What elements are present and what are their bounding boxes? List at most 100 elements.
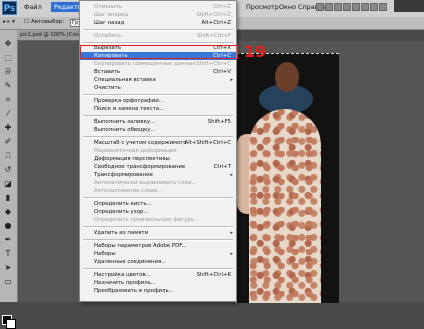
menu-item-spell-check[interactable]: Проверка орфографии... <box>80 97 236 105</box>
mini-bridge-icon[interactable] <box>325 3 333 11</box>
move-tool-icon[interactable]: ✥ <box>2 38 14 49</box>
menu-item-fade[interactable]: Ослабить... Shift+Ctrl+F <box>80 32 236 40</box>
menu-item-purge[interactable]: Удалить из памяти ▸ <box>80 229 236 237</box>
menu-separator <box>83 115 233 117</box>
dodge-tool-icon[interactable]: ● <box>2 220 14 231</box>
arrange-documents-icon[interactable] <box>370 3 378 11</box>
menu-item-define-custom-shape[interactable]: Определить произвольную фигуру... <box>80 216 236 224</box>
blur-tool-icon[interactable]: ◆ <box>2 206 14 217</box>
menu-item-shortcut: Shift+F5 <box>207 119 231 125</box>
menu-item-label: Ослабить... <box>94 33 127 39</box>
healing-brush-tool-icon[interactable]: ✚ <box>2 122 14 133</box>
menu-item-undo[interactable]: Отменить Ctrl+Z <box>80 3 236 11</box>
submenu-arrow-icon: ▸ <box>230 77 233 83</box>
menu-item-stroke[interactable]: Выполнить обводку... <box>80 126 236 134</box>
menu-item-paste[interactable]: Вставить Ctrl+V <box>80 68 236 76</box>
menu-item-content-aware-scale[interactable]: Масштаб с учетом содержимого Alt+Shift+Ct… <box>80 139 236 147</box>
menu-item-copy[interactable]: Копировать Ctrl+C <box>80 52 236 60</box>
marquee-tool-icon[interactable]: ⬚ <box>2 52 14 63</box>
hand-icon[interactable] <box>352 3 360 11</box>
menu-item-label: Автоналожение слоев... <box>94 188 163 194</box>
menu-item-perspective-warp[interactable]: Деформация перспективы <box>80 155 236 163</box>
menu-item-find-replace[interactable]: Поиск и замена текста... <box>80 105 236 113</box>
type-tool-icon[interactable]: T <box>2 248 14 259</box>
rotate-view-icon[interactable] <box>361 3 369 11</box>
menu-item-label: Удалить из памяти <box>94 230 149 236</box>
step-number-annotation: 19 <box>244 42 267 61</box>
eraser-tool-icon[interactable]: ◪ <box>2 178 14 189</box>
menu-item-define-brush[interactable]: Определить кисть... <box>80 200 236 208</box>
menu-item-shortcut: Shift+Ctrl+C <box>196 61 231 67</box>
menu-item-label: Выполнить обводку... <box>94 127 156 133</box>
menu-item-shortcut: Shift+Ctrl+F <box>197 33 231 39</box>
menu-item-label: Деформация перспективы <box>94 156 170 162</box>
menu-item-step-backward[interactable]: Шаг назад Alt+Ctrl+Z <box>80 19 236 27</box>
gradient-tool-icon[interactable]: ▮ <box>2 192 14 203</box>
menu-item-auto-align-layers[interactable]: Автоматически выравнивать слои... <box>80 179 236 187</box>
menu-item-fill[interactable]: Выполнить заливку... Shift+F5 <box>80 118 236 126</box>
menu-item-clear[interactable]: Очистить <box>80 84 236 92</box>
menu-item-cut[interactable]: Вырезать Ctrl+X <box>80 44 236 52</box>
clone-stamp-tool-icon[interactable]: ⎍ <box>2 150 14 161</box>
background-color-swatch[interactable] <box>6 319 16 329</box>
menu-item-label: Трансформирование <box>94 172 153 178</box>
menu-item-label: Назначить профиль... <box>94 280 156 286</box>
menu-item-remote-connections[interactable]: Удаленные соединения... <box>80 258 236 266</box>
menu-item-label: Наборы параметров Adobe PDF... <box>94 243 187 249</box>
menu-item-label: Выполнить заливку... <box>94 119 156 125</box>
auto-select-label: Автовыбор: <box>31 19 65 25</box>
menu-item-step-forward[interactable]: Шаг вперед Shift+Ctrl+Z <box>80 11 236 19</box>
menu-item-puppet-warp[interactable]: Марионеточная деформация <box>80 147 236 155</box>
menu-item-define-pattern[interactable]: Определить узор... <box>80 208 236 216</box>
workspace-switcher[interactable] <box>394 0 424 12</box>
menu-file[interactable]: Файл <box>24 3 42 11</box>
pen-tool-icon[interactable]: ✒ <box>2 234 14 245</box>
menu-item-label: Скопировать совмещенные данные <box>94 61 196 67</box>
menu-item-label: Автоматически выравнивать слои... <box>94 180 197 186</box>
image-dress <box>249 109 321 303</box>
menu-item-label: Определить кисть... <box>94 201 152 207</box>
menu-view[interactable]: Просмотр <box>246 3 279 11</box>
menu-item-label: Шаг вперед <box>94 12 129 18</box>
guides-icon[interactable] <box>334 3 342 11</box>
menu-item-label: Свободное трансформирование <box>94 164 186 170</box>
submenu-arrow-icon: ▸ <box>230 172 233 178</box>
path-selection-tool-icon[interactable]: ➤ <box>2 262 14 273</box>
menu-item-shortcut: Ctrl+C <box>213 53 231 59</box>
menu-item-label: Вставить <box>94 69 121 75</box>
zoom-level-icon[interactable] <box>343 3 351 11</box>
menu-item-auto-blend-layers[interactable]: Автоналожение слоев... <box>80 187 236 195</box>
quick-selection-tool-icon[interactable]: ✎ <box>2 80 14 91</box>
menu-item-label: Масштаб с учетом содержимого <box>94 140 187 146</box>
menu-item-color-settings[interactable]: Настройка цветов... Shift+Ctrl+K <box>80 271 236 279</box>
menu-item-free-transform[interactable]: Свободное трансформирование Ctrl+T <box>80 163 236 171</box>
menu-item-convert-to-profile[interactable]: Преобразовать в профиль... <box>80 287 236 295</box>
tools-panel: ✥ ⬚ ᘐ ✎ ⌗ ⁄ ✚ ✐ ⎍ ↺ ◪ ▮ ◆ ● ✒ T ➤ ▭ <box>0 30 18 329</box>
history-brush-tool-icon[interactable]: ↺ <box>2 164 14 175</box>
document-image[interactable] <box>236 53 339 303</box>
menu-window[interactable]: Окно <box>279 3 296 11</box>
screen-mode-icon[interactable] <box>379 3 387 11</box>
menu-item-assign-profile[interactable]: Назначить профиль... <box>80 279 236 287</box>
image-head <box>275 62 299 92</box>
menu-item-pdf-presets[interactable]: Наборы параметров Adobe PDF... <box>80 242 236 250</box>
menu-separator <box>83 197 233 199</box>
menu-item-label: Настройка цветов... <box>94 272 151 278</box>
lasso-tool-icon[interactable]: ᘐ <box>2 66 14 77</box>
menu-item-paste-special[interactable]: Специальная вставка ▸ <box>80 76 236 84</box>
auto-select-checkbox[interactable]: ☐ <box>24 19 29 25</box>
menu-item-copy-merged[interactable]: Скопировать совмещенные данные Shift+Ctrl… <box>80 60 236 68</box>
shape-tool-icon[interactable]: ▭ <box>2 276 14 287</box>
menu-item-presets[interactable]: Наборы ▸ <box>80 250 236 258</box>
crop-tool-icon[interactable]: ⌗ <box>2 94 14 105</box>
brush-tool-icon[interactable]: ✐ <box>2 136 14 147</box>
menu-item-label: Определить произвольную фигуру... <box>94 217 200 223</box>
menu-item-shortcut: Shift+Ctrl+K <box>196 272 231 278</box>
menu-item-shortcut: Ctrl+Z <box>213 4 231 10</box>
move-tool-preset-icon[interactable]: ▸+ ▾ <box>3 19 15 25</box>
menu-separator <box>83 136 233 138</box>
eyedropper-tool-icon[interactable]: ⁄ <box>2 108 14 119</box>
menu-item-label: Марионеточная деформация <box>94 148 177 154</box>
bridge-icon[interactable] <box>316 3 324 11</box>
menu-item-transform[interactable]: Трансформирование ▸ <box>80 171 236 179</box>
